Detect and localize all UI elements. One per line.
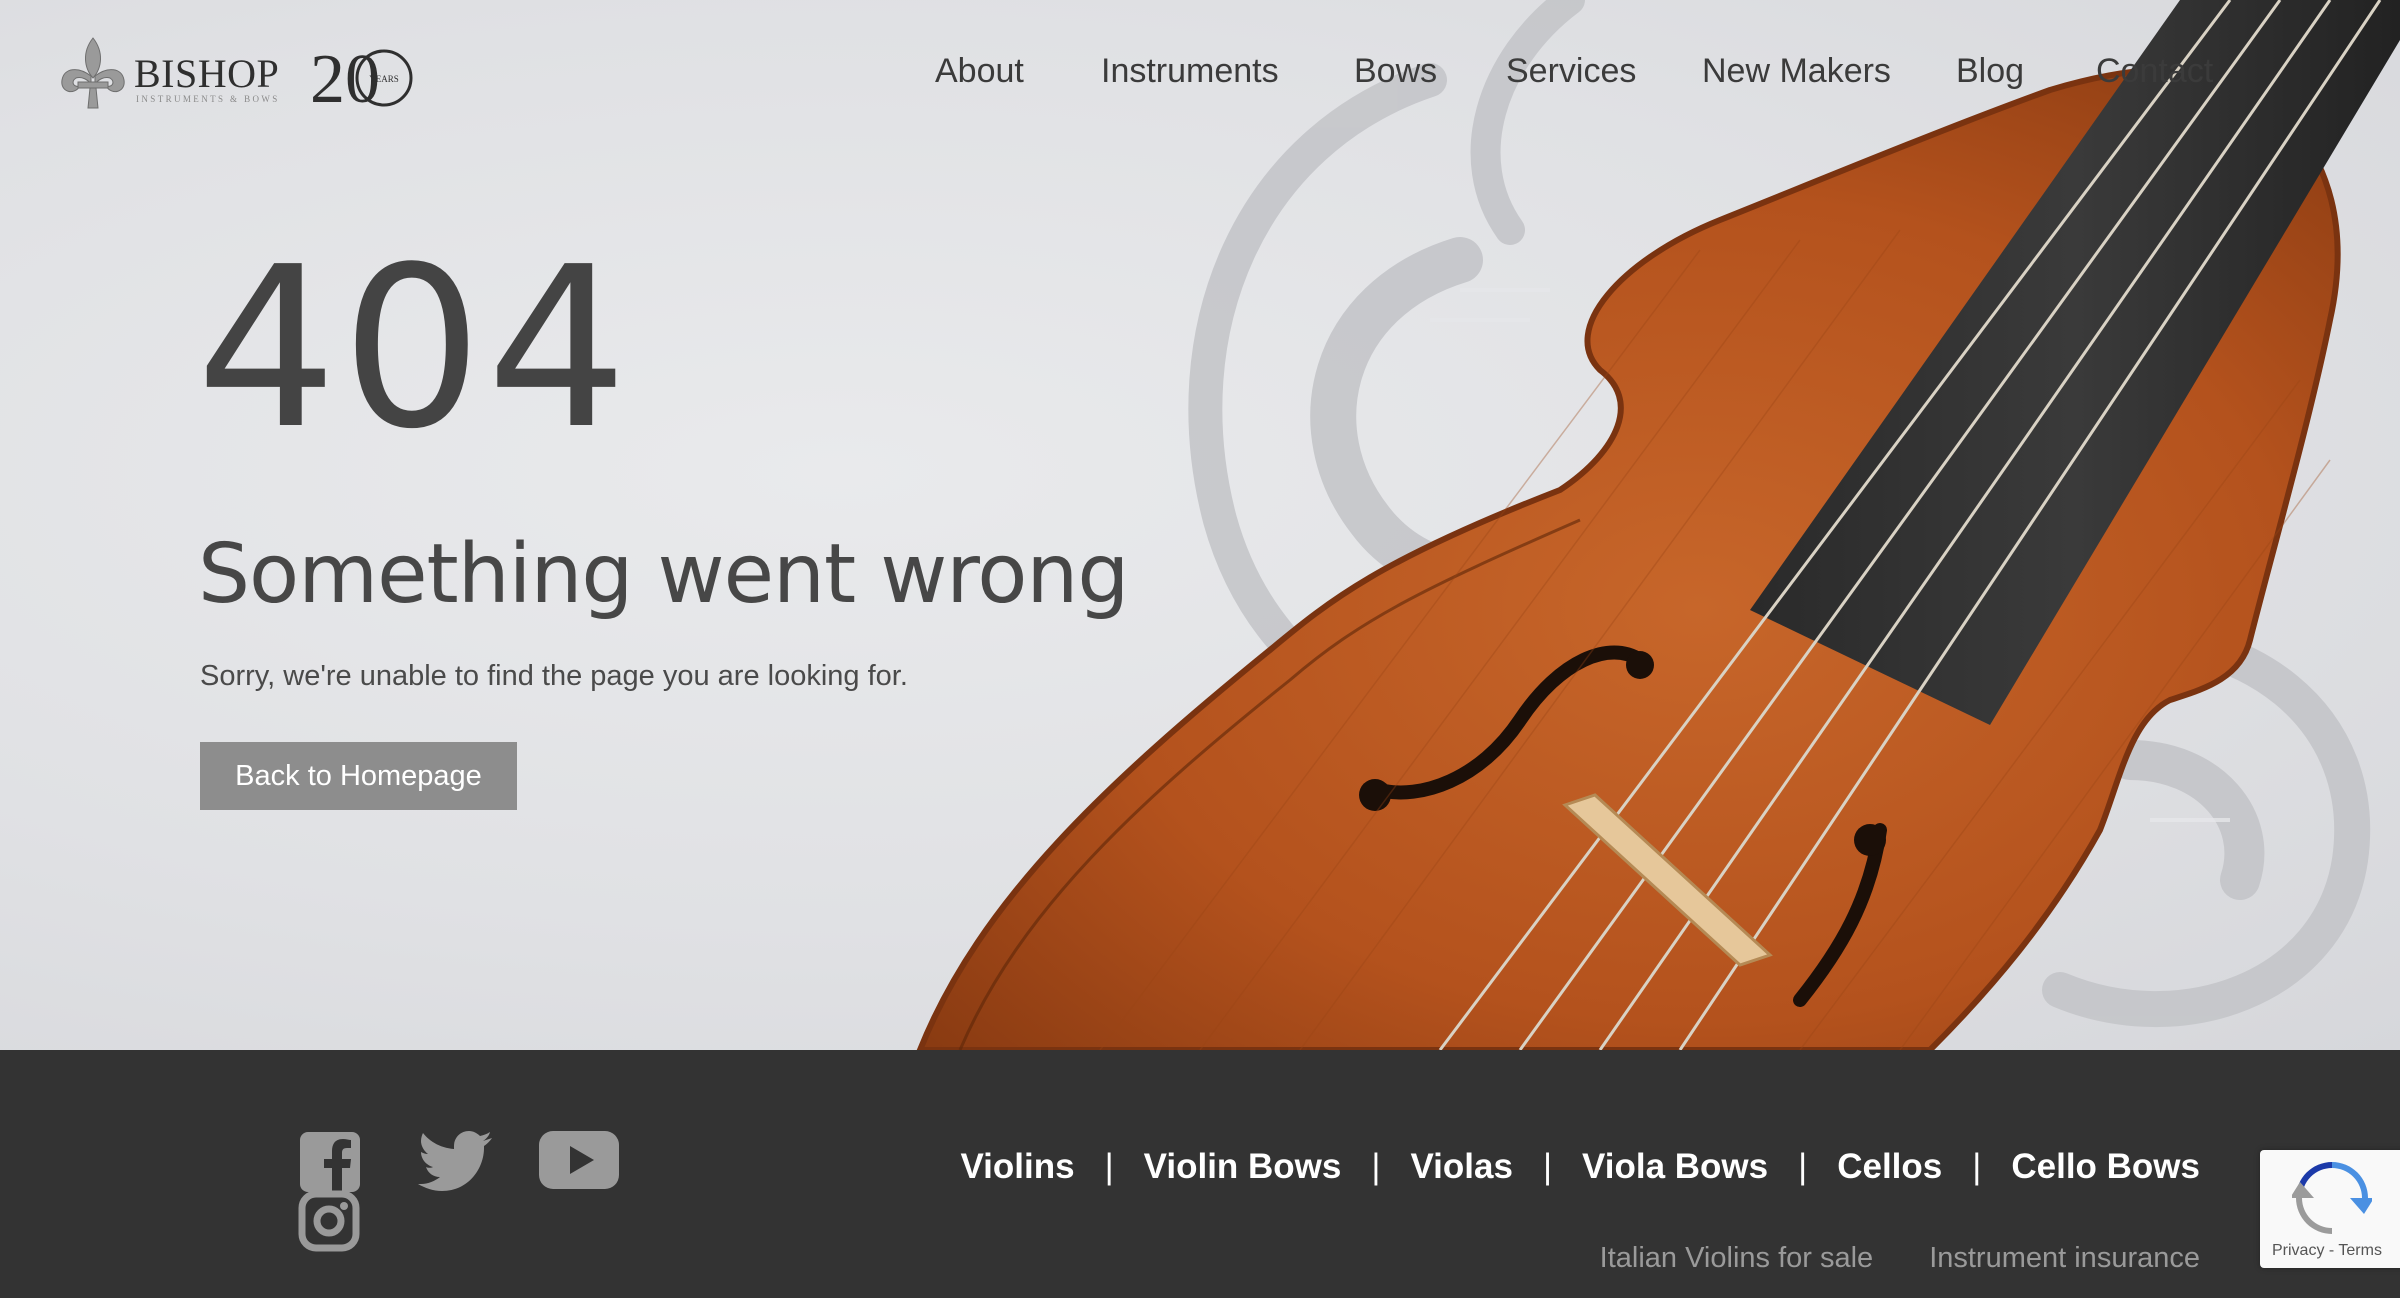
hero-section: BISHOP INSTRUMENTS & BOWS 20 YEARS About… <box>0 0 2400 1050</box>
nav-bows[interactable]: Bows <box>1354 52 1437 91</box>
footer-link-violas[interactable]: Violas <box>1410 1147 1512 1187</box>
separator: | <box>1972 1147 1982 1186</box>
twitter-icon[interactable] <box>418 1130 494 1194</box>
recaptcha-separator: - <box>2324 1242 2339 1259</box>
youtube-icon[interactable] <box>538 1130 620 1192</box>
separator: | <box>1371 1147 1381 1186</box>
recaptcha-badge[interactable]: Privacy - Terms <box>2260 1150 2400 1268</box>
site-logo[interactable]: BISHOP INSTRUMENTS & BOWS 20 YEARS <box>58 34 418 114</box>
nav-new-makers[interactable]: New Makers <box>1702 52 1891 91</box>
footer-link-viola-bows[interactable]: Viola Bows <box>1582 1147 1768 1187</box>
nav-services[interactable]: Services <box>1506 52 1636 91</box>
recaptcha-icon <box>2292 1162 2372 1234</box>
nav-blog[interactable]: Blog <box>1956 52 2024 91</box>
back-to-homepage-button[interactable]: Back to Homepage <box>200 742 517 810</box>
anniversary-label: YEARS <box>369 74 399 84</box>
footer-link-violins[interactable]: Violins <box>960 1147 1074 1187</box>
footer-link-cello-bows[interactable]: Cello Bows <box>2011 1147 2200 1187</box>
footer-link-cellos[interactable]: Cellos <box>1837 1147 1942 1187</box>
brand-tagline: INSTRUMENTS & BOWS <box>136 94 280 104</box>
secondary-links: Italian Violins for sale Instrument insu… <box>1544 1242 2200 1275</box>
footer: Violins | Violin Bows | Violas | Viola B… <box>0 1050 2400 1298</box>
violin-image <box>916 0 2400 1050</box>
error-message: Sorry, we're unable to find the page you… <box>200 660 908 692</box>
separator: | <box>1798 1147 1808 1186</box>
error-headline: Something went wrong <box>198 527 1129 622</box>
nav-about[interactable]: About <box>935 52 1024 91</box>
nav-contact[interactable]: Contact <box>2096 52 2213 91</box>
anniversary-badge: 20 YEARS <box>310 41 413 112</box>
footer-link-instrument-insurance[interactable]: Instrument insurance <box>1929 1242 2200 1275</box>
instagram-icon[interactable] <box>298 1190 360 1252</box>
fleur-de-lis-icon <box>61 37 125 109</box>
footer-link-italian-violins[interactable]: Italian Violins for sale <box>1600 1242 1874 1275</box>
nav-instruments[interactable]: Instruments <box>1101 52 1279 91</box>
footer-link-violin-bows[interactable]: Violin Bows <box>1144 1147 1342 1187</box>
brand-name: BISHOP <box>134 51 280 96</box>
error-code: 404 <box>196 220 632 478</box>
category-links: Violins | Violin Bows | Violas | Viola B… <box>960 1142 2200 1192</box>
facebook-icon[interactable] <box>298 1130 362 1194</box>
separator: | <box>1104 1147 1114 1186</box>
recaptcha-privacy-link[interactable]: Privacy <box>2272 1242 2324 1259</box>
recaptcha-links: Privacy - Terms <box>2272 1242 2382 1260</box>
separator: | <box>1542 1147 1553 1186</box>
recaptcha-terms-link[interactable]: Terms <box>2338 1242 2382 1259</box>
